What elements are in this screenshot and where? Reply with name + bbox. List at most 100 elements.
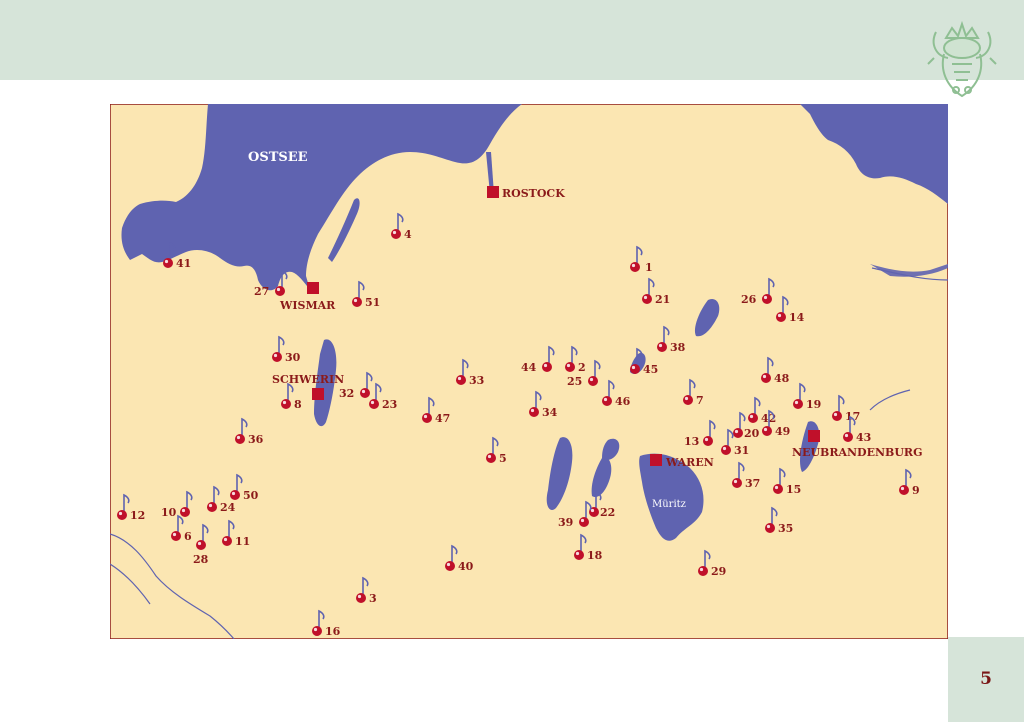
pin-highlight [164, 259, 169, 264]
site-label: 37 [745, 477, 760, 490]
pin-dot-icon [422, 413, 432, 423]
pin-dot-icon [360, 388, 370, 398]
pin-dot-icon [196, 540, 206, 550]
pin-highlight [353, 298, 358, 303]
pin-highlight [313, 627, 318, 632]
city-label-neubrandenburg: NEUBRANDENBURG [792, 446, 922, 459]
pin-highlight [543, 363, 548, 368]
pin-highlight [580, 518, 585, 523]
pin-dot-icon [843, 432, 853, 442]
site-label: 29 [711, 565, 726, 578]
site-label: 32 [339, 387, 354, 400]
pin-highlight [208, 503, 213, 508]
site-label: 21 [655, 293, 670, 306]
site-label: 33 [469, 374, 484, 387]
site-label: 13 [684, 435, 699, 448]
site-label: 31 [734, 444, 749, 457]
pin-dot-icon [762, 426, 772, 436]
pin-dot-icon [486, 453, 496, 463]
pin-dot-icon [565, 362, 575, 372]
pin-dot-icon [369, 399, 379, 409]
pin-dot-icon [773, 484, 783, 494]
pin-highlight [423, 414, 428, 419]
site-label: 34 [542, 406, 558, 419]
page-number: 5 [980, 669, 992, 689]
city-label-wismar: WISMAR [279, 299, 336, 312]
site-label: 8 [294, 398, 302, 411]
pin-dot-icon [456, 375, 466, 385]
city-marker-rostock[interactable] [487, 186, 499, 198]
pin-highlight [446, 562, 451, 567]
city-label-waren: WAREN [665, 456, 714, 469]
pin-highlight [276, 287, 281, 292]
pin-highlight [590, 508, 595, 513]
pin-highlight [223, 537, 228, 542]
pin-highlight [733, 479, 738, 484]
pin-highlight [774, 485, 779, 490]
city-label-rostock: ROSTOCK [502, 187, 565, 200]
site-label: 36 [248, 433, 264, 446]
header-band [0, 0, 1024, 80]
pin-highlight [197, 541, 202, 546]
lake-label: Müritz [652, 499, 686, 510]
pin-dot-icon [391, 229, 401, 239]
pin-highlight [457, 376, 462, 381]
city-marker-waren[interactable] [650, 454, 662, 466]
page-number-box: 5 [948, 637, 1024, 722]
pin-highlight [844, 433, 849, 438]
pin-highlight [487, 454, 492, 459]
pin-dot-icon [698, 566, 708, 576]
pin-dot-icon [761, 373, 771, 383]
pin-dot-icon [793, 399, 803, 409]
site-label: 22 [600, 506, 615, 519]
pin-highlight [231, 491, 236, 496]
pin-dot-icon [579, 517, 589, 527]
pin-highlight [575, 551, 580, 556]
pin-highlight [699, 567, 704, 572]
site-label: 38 [670, 341, 686, 354]
pin-dot-icon [683, 395, 693, 405]
site-label: 35 [778, 522, 793, 535]
site-label: 43 [856, 431, 871, 444]
pin-highlight [172, 532, 177, 537]
pin-dot-icon [352, 297, 362, 307]
city-marker-schwerin[interactable] [312, 388, 324, 400]
pin-highlight [392, 230, 397, 235]
pin-highlight [181, 508, 186, 513]
pin-dot-icon [776, 312, 786, 322]
city-label-schwerin: SCHWERIN [272, 373, 344, 386]
pin-dot-icon [312, 626, 322, 636]
pin-highlight [236, 435, 241, 440]
site-label: 51 [365, 296, 380, 309]
pin-dot-icon [207, 502, 217, 512]
pin-highlight [763, 295, 768, 300]
pin-highlight [273, 353, 278, 358]
city-marker-wismar[interactable] [307, 282, 319, 294]
pin-highlight [794, 400, 799, 405]
pin-highlight [734, 429, 739, 434]
pin-dot-icon [445, 561, 455, 571]
site-label: 46 [615, 395, 631, 408]
site-label: 47 [435, 412, 450, 425]
pin-highlight [370, 400, 375, 405]
site-label: 48 [774, 372, 790, 385]
pin-dot-icon [832, 411, 842, 421]
site-label: 7 [696, 394, 704, 407]
pin-highlight [530, 408, 535, 413]
site-label: 45 [643, 363, 658, 376]
pin-highlight [777, 313, 782, 318]
sea-label: OSTSEE [248, 150, 308, 165]
bull-crest-icon [926, 14, 998, 106]
city-marker-neubrandenburg[interactable] [808, 430, 820, 442]
pin-highlight [704, 437, 709, 442]
pin-highlight [282, 400, 287, 405]
site-label: 20 [744, 427, 760, 440]
pin-dot-icon [899, 485, 909, 495]
pin-highlight [900, 486, 905, 491]
site-label: 19 [806, 398, 821, 411]
site-label: 14 [789, 311, 805, 324]
pin-dot-icon [733, 428, 743, 438]
pin-dot-icon [732, 478, 742, 488]
pin-dot-icon [356, 593, 366, 603]
pin-dot-icon [762, 294, 772, 304]
